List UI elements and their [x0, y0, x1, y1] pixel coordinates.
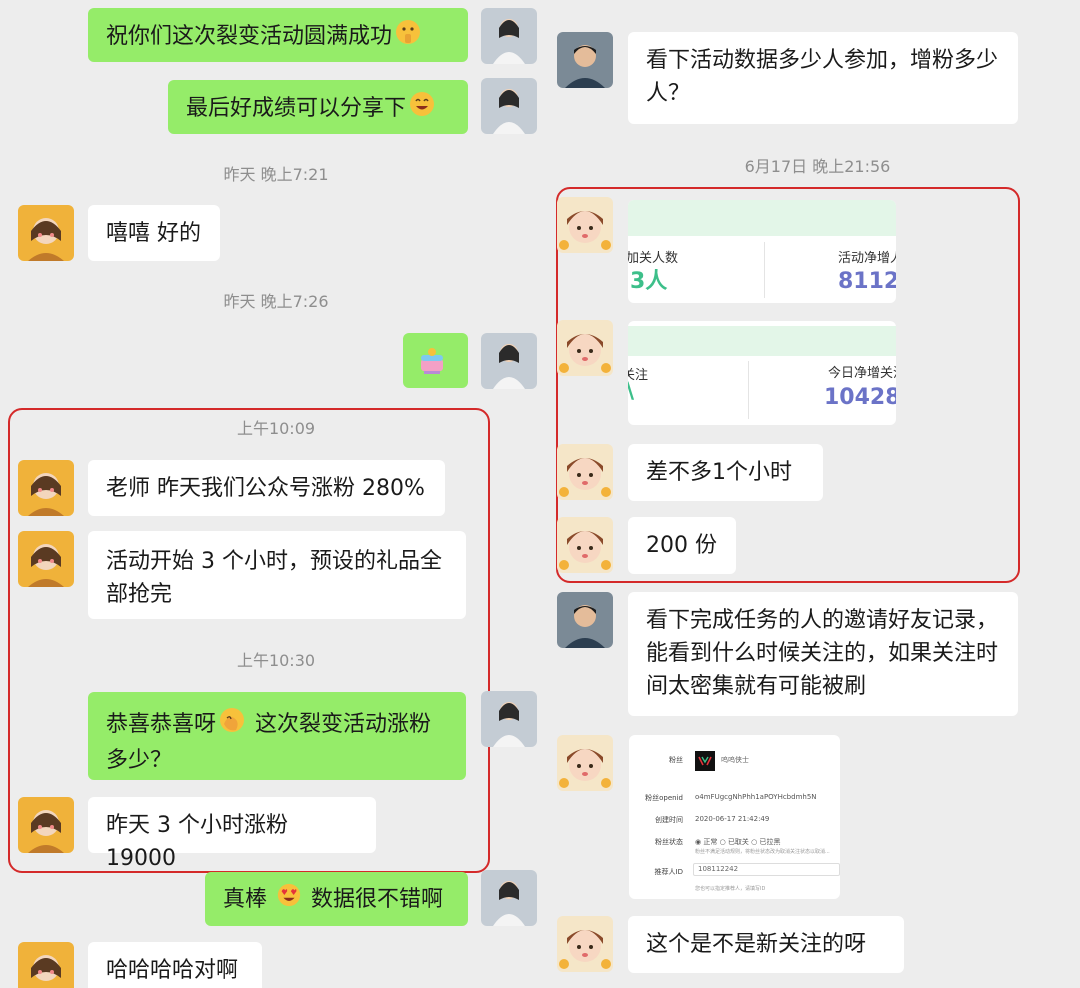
avatar-self[interactable] [481, 333, 537, 389]
timestamp: 昨天 晚上7:26 [223, 292, 329, 311]
message-text: 这个是不是新关注的呀 [646, 932, 867, 957]
avatar-contact-man[interactable] [557, 592, 613, 648]
avatar-contact[interactable] [18, 797, 74, 853]
message-text: 200 份 [646, 533, 717, 558]
message-bubble-incoming[interactable]: 活动开始 3 个小时，预设的礼品全部抢完 [88, 531, 466, 619]
radio-label: 已取关 [727, 838, 749, 846]
message-bubble-incoming[interactable]: 看下完成任务的人的邀请好友记录，能看到什么时候关注的，如果关注时间太密集就有可能… [628, 592, 1018, 716]
card-divider [764, 242, 765, 298]
message-bubble-incoming[interactable]: 差不多1个小时 [628, 444, 823, 501]
message-text: 最后好成绩可以分享下 [186, 96, 407, 121]
message-bubble-incoming[interactable]: 看下活动数据多少人参加，增粉多少人？ [628, 32, 1018, 124]
message-text: 看下活动数据多少人参加，增粉多少人？ [646, 48, 999, 106]
fan-detail-screenshot-card[interactable]: 粉丝 呜呜侠士 粉丝openid o4mFUgcgNhPhh1aPOYHcbdm… [629, 735, 840, 899]
stat-value: 10428人 [824, 385, 896, 410]
cake-sticker [415, 343, 449, 387]
message-text: 真棒 [223, 887, 268, 912]
stat-value: \ [628, 379, 634, 404]
form-value: 呜呜侠士 [721, 756, 749, 764]
left-chat-screenshot: 祝你们这次裂变活动圆满成功 最后好成绩可以分享下 昨天 晚上7:21 嘻嘻 好的… [0, 0, 545, 988]
message-text: 差不多1个小时 [646, 460, 792, 485]
message-bubble-incoming[interactable]: 200 份 [628, 517, 736, 574]
form-value: 2020-06-17 21:42:49 [695, 815, 770, 823]
avatar-contact-cartoon[interactable] [557, 197, 613, 253]
form-hint: 您也可以指定推荐人，请填写ID [695, 886, 766, 892]
message-text: 恭喜恭喜呀 [106, 712, 217, 737]
message-text: 看下完成任务的人的邀请好友记录，能看到什么时候关注的，如果关注时间太密集就有可能… [646, 608, 999, 699]
avatar-contact[interactable] [18, 942, 74, 988]
form-row-fan: 粉丝 呜呜侠士 [629, 751, 839, 777]
avatar-contact[interactable] [18, 205, 74, 261]
timestamp: 上午10:09 [236, 419, 316, 438]
stats-screenshot-card[interactable]: 关注 \ 今日净增关注 10428人 [628, 321, 896, 425]
fan-avatar [695, 751, 715, 771]
message-bubble-incoming[interactable]: 这个是不是新关注的呀 [628, 916, 904, 973]
avatar-self[interactable] [481, 78, 537, 134]
input-value: 108112242 [698, 865, 739, 873]
right-chat-screenshot: 看下活动数据多少人参加，增粉多少人？ 6月17日 晚上21:56 加关人数 3人… [545, 0, 1080, 988]
timestamp: 6月17日 晚上21:56 [744, 157, 891, 176]
smiling-emoji [408, 90, 436, 128]
message-bubble-outgoing[interactable]: 最后好成绩可以分享下 [168, 80, 468, 134]
inviter-id-input[interactable]: 108112242 [693, 863, 840, 876]
card-header-band [628, 326, 896, 356]
card-divider [748, 361, 749, 419]
form-label: 推荐人ID [654, 868, 683, 876]
avatar-self[interactable] [481, 8, 537, 64]
message-bubble-incoming[interactable]: 嘻嘻 好的 [88, 205, 220, 261]
message-text: 哈哈哈哈对啊 [106, 958, 239, 983]
avatar-contact-cartoon[interactable] [557, 916, 613, 972]
avatar-self[interactable] [481, 870, 537, 926]
avatar-contact-cartoon[interactable] [557, 517, 613, 573]
avatar-contact-cartoon[interactable] [557, 320, 613, 376]
card-header-band [628, 200, 896, 236]
message-text: 嘻嘻 好的 [106, 221, 201, 246]
message-bubble-incoming[interactable]: 昨天 3 个小时涨粉 19000 [88, 797, 376, 871]
avatar-self[interactable] [481, 691, 537, 747]
timestamp: 昨天 晚上7:21 [223, 165, 329, 184]
form-value: o4mFUgcgNhPhh1aPOYHcbdmh5N [695, 793, 817, 801]
stat-value: 8112人 [838, 269, 896, 294]
message-text: 老师 昨天我们公众号涨粉 280% [106, 476, 425, 501]
avatar-contact[interactable] [18, 460, 74, 516]
form-label: 粉丝状态 [655, 838, 683, 846]
clapping-emoji [218, 706, 246, 744]
stats-screenshot-card[interactable]: 加关人数 3人 活动净增人 8112人 [628, 200, 896, 303]
message-bubble-outgoing[interactable]: 恭喜恭喜呀 这次裂变活动涨粉多少？ [88, 692, 466, 780]
timestamp: 上午10:30 [236, 651, 316, 670]
radio-label: 已拉黑 [759, 838, 781, 846]
message-bubble-incoming[interactable]: 哈哈哈哈对啊 [88, 942, 262, 988]
radio-label: 正常 [703, 838, 718, 846]
form-label: 创建时间 [655, 816, 683, 824]
avatar-contact[interactable] [18, 531, 74, 587]
message-text: 祝你们这次裂变活动圆满成功 [106, 24, 393, 49]
form-label: 粉丝openid [645, 794, 683, 802]
stat-value: 3人 [630, 269, 668, 294]
sticker-bubble[interactable] [403, 333, 468, 388]
status-radio-group[interactable]: ◉ 正常 ○ 已取关 ○ 已拉黑 [695, 837, 781, 847]
radio-selected-icon[interactable]: ◉ [695, 838, 701, 846]
radio-icon[interactable]: ○ [751, 838, 757, 846]
message-bubble-incoming[interactable]: 老师 昨天我们公众号涨粉 280% [88, 460, 445, 516]
message-bubble-outgoing[interactable]: 真棒 数据很不错啊 [205, 872, 468, 926]
avatar-contact-cartoon[interactable] [557, 735, 613, 791]
radio-icon[interactable]: ○ [720, 838, 726, 846]
avatar-contact-man[interactable] [557, 32, 613, 88]
form-label: 粉丝 [669, 756, 683, 764]
message-text: 数据很不错啊 [311, 887, 444, 912]
avatar-contact-cartoon[interactable] [557, 444, 613, 500]
heart-eyes-emoji [276, 882, 302, 918]
form-hint: 粉丝不满足活动规则，将粉丝状态改为取消关注状态以取消... [695, 849, 830, 855]
message-bubble-outgoing[interactable]: 祝你们这次裂变活动圆满成功 [88, 8, 468, 62]
shushing-face-emoji [394, 18, 422, 56]
message-text: 活动开始 3 个小时，预设的礼品全部抢完 [106, 549, 442, 607]
